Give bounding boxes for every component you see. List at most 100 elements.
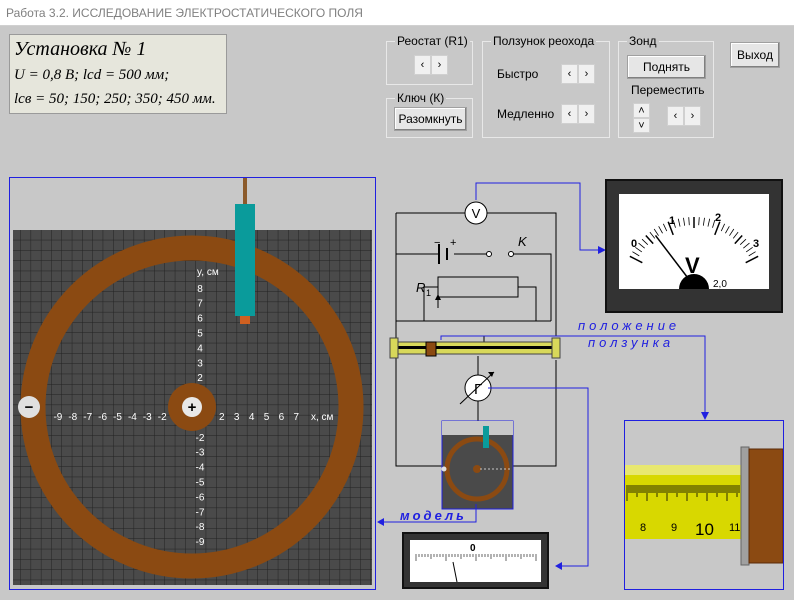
reochord-left-clamp <box>389 337 399 359</box>
voltmeter-letter: V <box>472 206 481 221</box>
reochord-wire <box>392 346 558 349</box>
y-tick-label: -6 <box>196 492 205 503</box>
probe-down-button[interactable]: ˅ <box>633 118 650 133</box>
setup-info-panel: Установка № 1 U = 0,8 В; lcd = 500 мм; l… <box>9 34 227 114</box>
battery-short-plate <box>446 248 448 260</box>
slider-position-note-2: ползунка <box>588 335 675 350</box>
exit-button[interactable]: Выход <box>730 42 780 68</box>
voltmeter-scale-0: 0 <box>631 238 637 250</box>
slider-group: Ползунок реохода Быстро ‹ › Медленно ‹ › <box>482 34 610 138</box>
voltmeter-face: 0 1 2 3 V 2,0 <box>619 194 769 290</box>
field-plot[interactable]: + − y, см x, см 8765432 -2-3-4-5-6-7-8-9… <box>10 178 375 589</box>
rheostat-right-button[interactable]: › <box>431 55 448 75</box>
slider-position-note-1: положение <box>578 318 681 333</box>
setup-title: Установка № 1 <box>14 38 147 60</box>
x-tick-label: -2 <box>158 412 167 423</box>
resistor-subscript: 1 <box>426 288 431 298</box>
y-tick-label: -3 <box>196 448 205 459</box>
rheostat-left-button[interactable]: ‹ <box>414 55 431 75</box>
y-tick-label: 2 <box>197 373 203 384</box>
circuit-diagram: V − + K R 1 Г <box>389 201 561 510</box>
model-probe <box>483 426 489 448</box>
y-tick-label: -4 <box>196 463 205 474</box>
probe-rod <box>243 178 247 208</box>
galvanometer: 0 <box>402 532 549 589</box>
probe-tip <box>240 316 250 324</box>
x-tick-label: -6 <box>98 412 107 423</box>
resistor-label: R <box>416 280 425 295</box>
x-tick-label: 6 <box>279 412 285 423</box>
slider-fast-label: Быстро <box>497 67 539 81</box>
voltmeter-scale-2: 2 <box>715 212 721 224</box>
reochord-right-clamp <box>551 337 561 359</box>
y-tick-label: 3 <box>197 358 203 369</box>
galvanometer-face: 0 <box>410 540 541 583</box>
window-title: Работа 3.2. ИССЛЕДОВАНИЕ ЭЛЕКТРОСТАТИЧЕС… <box>0 0 794 26</box>
galvanometer-zero: 0 <box>470 543 476 554</box>
model-center <box>473 465 481 473</box>
slider-label: Ползунок реохода <box>491 34 597 48</box>
key-contact-2 <box>508 251 514 257</box>
model-note: модель <box>400 508 467 523</box>
y-tick-label: -8 <box>196 522 205 533</box>
probe-move-label: Переместить <box>631 83 705 97</box>
probe-up-button[interactable]: ˄ <box>633 103 650 118</box>
key-contact-1 <box>486 251 492 257</box>
y-tick-label: -7 <box>196 507 205 518</box>
slider-position-panel: 8 9 10 11 <box>624 420 784 590</box>
slider-slow-left-button[interactable]: ‹ <box>561 104 578 124</box>
probe-body[interactable] <box>235 204 255 316</box>
ruler-case <box>748 448 784 564</box>
key-group: Ключ (К) Разомкнуть <box>386 91 473 138</box>
probe-label: Зонд <box>627 34 659 48</box>
x-tick-label: 4 <box>249 412 255 423</box>
x-tick-label: -9 <box>53 412 62 423</box>
model-thumbnail-top <box>442 421 513 435</box>
voltmeter-range: 2,0 <box>713 279 727 290</box>
battery-plus-label: + <box>450 237 456 249</box>
y-tick-label: 8 <box>197 284 203 295</box>
y-tick-label: -9 <box>196 537 205 548</box>
y-tick-label: -2 <box>196 433 205 444</box>
x-tick-label: -3 <box>143 412 152 423</box>
key-label: Ключ (К) <box>395 91 447 105</box>
y-tick-label: 6 <box>197 314 203 325</box>
ruler-view: 8 9 10 11 <box>625 446 784 566</box>
raise-probe-button[interactable]: Поднять <box>627 55 706 79</box>
ruler-mark-10: 10 <box>695 520 714 539</box>
slider-fast-right-button[interactable]: › <box>578 64 595 84</box>
field-model-panel: + − y, см x, см 8765432 -2 -3 -4 -5 -6 -7 -8 -9… <box>9 177 376 590</box>
slider-slow-label: Медленно <box>497 107 555 121</box>
setup-parameters: U = 0,8 В; lcd = 500 мм; <box>14 67 170 83</box>
reochord-slider[interactable] <box>425 341 437 357</box>
battery-minus-label: − <box>434 237 440 249</box>
x-tick-label: 3 <box>234 412 240 423</box>
ruler-top-edge <box>625 465 747 475</box>
y-tick-label: -5 <box>196 478 205 489</box>
ruler-mark-11: 11 <box>729 522 740 534</box>
voltmeter: 0 1 2 3 V 2,0 <box>605 179 783 313</box>
voltmeter-scale-1: 1 <box>669 215 675 227</box>
rheostat-label: Реостат (R1) <box>395 34 470 48</box>
rheostat-group: Реостат (R1) ‹ › <box>386 34 473 85</box>
slider-slow-right-button[interactable]: › <box>578 104 595 124</box>
slider-fast-left-button[interactable]: ‹ <box>561 64 578 84</box>
ruler-clamp-bar <box>740 446 750 566</box>
ruler-mark-8: 8 <box>640 522 646 534</box>
minus-terminal-sign: − <box>25 399 34 416</box>
x-tick-label: -7 <box>83 412 92 423</box>
y-axis-label: y, см <box>197 267 219 278</box>
voltmeter-scale-3: 3 <box>753 238 759 250</box>
setup-distances: lсв = 50; 150; 250; 350; 450 мм. <box>14 91 216 107</box>
voltmeter-symbol-label: V <box>685 253 700 278</box>
x-tick-label: -4 <box>128 412 137 423</box>
plus-terminal-sign: + <box>188 399 197 416</box>
probe-left-button[interactable]: ‹ <box>667 106 684 126</box>
key-label: K <box>518 234 528 249</box>
open-key-button[interactable]: Разомкнуть <box>394 107 467 131</box>
probe-group: Зонд Поднять Переместить ˄ ˅ ‹ › <box>618 34 714 138</box>
x-tick-label: 7 <box>294 412 300 423</box>
probe-right-button[interactable]: › <box>684 106 701 126</box>
x-tick-label: -8 <box>68 412 77 423</box>
y-tick-label: 5 <box>197 329 203 340</box>
